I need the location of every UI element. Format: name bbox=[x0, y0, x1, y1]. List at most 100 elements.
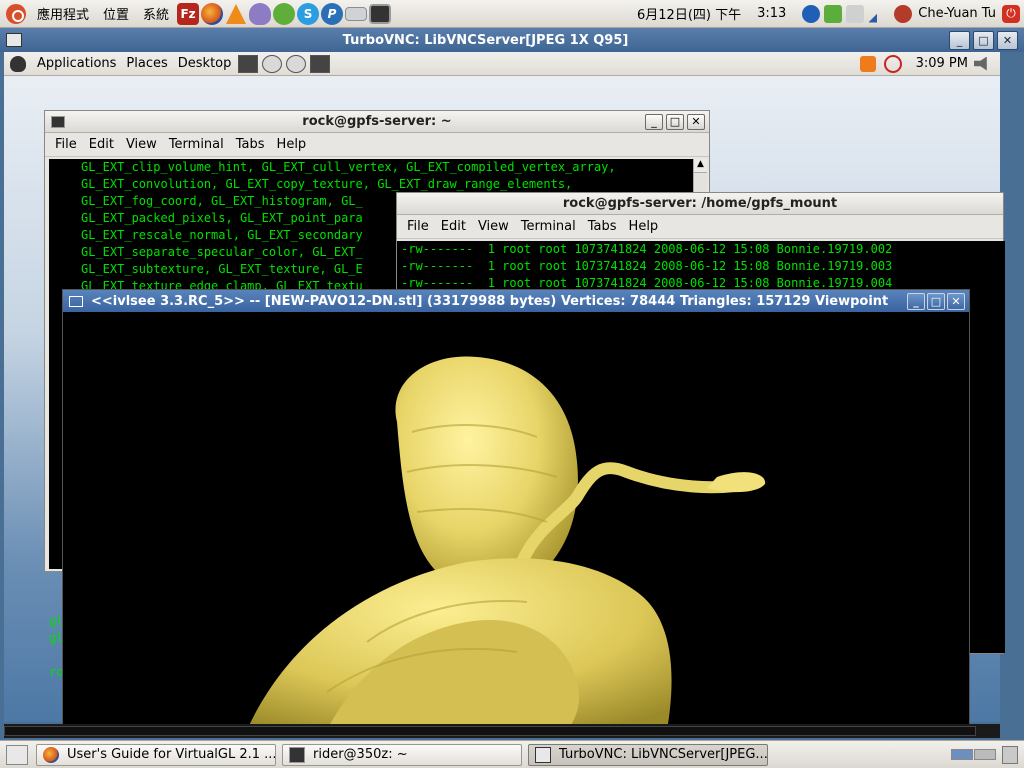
remote-tray: 3:09 PM bbox=[859, 54, 1000, 73]
viewer-titlebar[interactable]: <<ivlsee 3.3.RC_5>> -- [NEW-PAVO12-DN.st… bbox=[63, 290, 969, 312]
menu-file[interactable]: File bbox=[401, 219, 435, 234]
workspace-2[interactable] bbox=[974, 749, 996, 760]
terminal-line: -rw------- 1 root root 1073741824 2008-0… bbox=[401, 259, 893, 273]
task-virtualgl-guide[interactable]: User's Guide for VirtualGL 2.1 ... bbox=[36, 743, 276, 766]
maximize-button[interactable]: □ bbox=[927, 292, 945, 310]
menu-terminal[interactable]: Terminal bbox=[515, 219, 582, 234]
remote-menu-places[interactable]: Places bbox=[121, 56, 172, 71]
terminal-window-icon[interactable] bbox=[51, 115, 65, 128]
menu-edit[interactable]: Edit bbox=[83, 137, 120, 152]
terminal-icon bbox=[289, 746, 305, 763]
minimize-button[interactable]: _ bbox=[907, 292, 925, 310]
menu-edit[interactable]: Edit bbox=[435, 219, 472, 234]
menu-view[interactable]: View bbox=[120, 137, 163, 152]
vnc-window-title: TurboVNC: LibVNCServer[JPEG 1X Q95] bbox=[342, 32, 629, 48]
vnc-window-icon[interactable] bbox=[6, 33, 22, 47]
maximize-button[interactable]: □ bbox=[666, 113, 684, 130]
messenger-icon[interactable] bbox=[273, 2, 296, 25]
viewer-window-controls: _ □ ✕ bbox=[907, 292, 965, 310]
firefox-icon[interactable] bbox=[201, 2, 224, 25]
terminal-line: GL_EXT_convolution, GL_EXT_copy_texture,… bbox=[81, 177, 573, 191]
show-desktop-icon[interactable] bbox=[6, 744, 28, 765]
vlc-icon[interactable] bbox=[225, 3, 247, 25]
host-bottom-taskbar: User's Guide for VirtualGL 2.1 ... rider… bbox=[0, 740, 1024, 768]
user-status-icon[interactable] bbox=[894, 4, 913, 23]
vnc-window-controls: _ □ ✕ bbox=[949, 30, 1018, 50]
pidgin-icon[interactable] bbox=[249, 2, 272, 25]
terminal-menubar: File Edit View Terminal Tabs Help bbox=[45, 133, 709, 157]
remote-menu-desktop[interactable]: Desktop bbox=[173, 56, 237, 71]
task-label: TurboVNC: LibVNCServer[JPEG... bbox=[559, 747, 768, 762]
terminal-titlebar[interactable]: rock@gpfs-server: /home/gpfs_mount bbox=[397, 193, 1003, 215]
close-button[interactable]: ✕ bbox=[947, 292, 965, 310]
stl-model-render[interactable] bbox=[67, 312, 967, 730]
terminal-menubar: File Edit View Terminal Tabs Help bbox=[397, 215, 1003, 239]
host-menu-places[interactable]: 位置 bbox=[96, 4, 136, 23]
vnc-horizontal-scrollbar[interactable] bbox=[4, 724, 1000, 738]
scroll-up-arrow-icon[interactable]: ▲ bbox=[694, 159, 707, 173]
menu-file[interactable]: File bbox=[49, 137, 83, 152]
terminal-icon[interactable] bbox=[369, 3, 392, 24]
host-username[interactable]: Che-Yuan Tu bbox=[912, 6, 1002, 21]
maximize-button[interactable]: □ bbox=[973, 30, 994, 50]
menu-tabs[interactable]: Tabs bbox=[230, 137, 271, 152]
drive-icon[interactable] bbox=[345, 6, 368, 21]
power-icon[interactable]: ⏻ bbox=[1002, 4, 1020, 23]
pandora-icon[interactable]: P bbox=[321, 2, 344, 25]
menu-help[interactable]: Help bbox=[271, 137, 313, 152]
volume-icon[interactable] bbox=[974, 56, 987, 71]
viewer-title: <<ivlsee 3.3.RC_5>> -- [NEW-PAVO12-DN.st… bbox=[91, 293, 889, 309]
remote-clock[interactable]: 3:09 PM bbox=[916, 56, 968, 71]
model-cord-tip bbox=[707, 472, 766, 493]
remote-mail-launcher-icon[interactable] bbox=[286, 54, 307, 73]
workspace-1[interactable] bbox=[951, 749, 973, 760]
menu-view[interactable]: View bbox=[472, 219, 515, 234]
bluetooth-icon[interactable] bbox=[802, 4, 821, 23]
3d-render-canvas[interactable] bbox=[67, 312, 967, 730]
ubuntu-logo-icon[interactable] bbox=[6, 3, 26, 24]
terminal-titlebar[interactable]: rock@gpfs-server: ~ _ □ ✕ bbox=[45, 111, 709, 133]
printer-icon[interactable] bbox=[846, 4, 865, 23]
no-entry-icon[interactable] bbox=[883, 54, 902, 73]
skype-icon[interactable]: S bbox=[297, 2, 320, 25]
remote-terminal-launcher-icon[interactable] bbox=[238, 54, 259, 73]
vnc-icon bbox=[535, 746, 551, 763]
menu-tabs[interactable]: Tabs bbox=[582, 219, 623, 234]
ivlsee-viewer-window[interactable]: <<ivlsee 3.3.RC_5>> -- [NEW-PAVO12-DN.st… bbox=[62, 289, 970, 730]
terminal-line: -rw------- 1 root root 1073741824 2008-0… bbox=[401, 242, 893, 256]
host-menu-system[interactable]: 系統 bbox=[136, 4, 176, 23]
minimize-button[interactable]: _ bbox=[645, 113, 663, 130]
minimize-button[interactable]: _ bbox=[949, 30, 970, 50]
workspace-switcher[interactable] bbox=[951, 749, 996, 760]
remote-screen-launcher-icon[interactable] bbox=[310, 54, 331, 73]
remote-menu-applications[interactable]: Applications bbox=[32, 56, 121, 71]
task-label: rider@350z: ~ bbox=[313, 747, 408, 762]
close-button[interactable]: ✕ bbox=[997, 30, 1018, 50]
menu-terminal[interactable]: Terminal bbox=[163, 137, 230, 152]
vnc-window-titlebar[interactable]: TurboVNC: LibVNCServer[JPEG 1X Q95] _ □ … bbox=[0, 28, 1024, 52]
network-signal-icon[interactable] bbox=[868, 4, 887, 23]
trash-icon[interactable] bbox=[1002, 745, 1018, 764]
host-menu-applications[interactable]: 應用程式 bbox=[30, 4, 96, 23]
terminal-title: rock@gpfs-server: /home/gpfs_mount bbox=[562, 196, 838, 211]
terminal-title: rock@gpfs-server: ~ bbox=[302, 114, 452, 129]
task-label: User's Guide for VirtualGL 2.1 ... bbox=[67, 747, 276, 762]
host-top-panel: 應用程式 位置 系統 Fz S P 6月12日(四) 下午 3:13 Che-Y… bbox=[0, 0, 1024, 28]
battery-icon[interactable] bbox=[824, 4, 843, 23]
update-notifier-icon[interactable] bbox=[859, 55, 876, 72]
terminal-window-controls: _ □ ✕ bbox=[645, 113, 705, 130]
firefox-icon bbox=[43, 746, 59, 763]
viewer-window-icon[interactable] bbox=[69, 295, 83, 307]
task-turbovnc[interactable]: TurboVNC: LibVNCServer[JPEG... bbox=[528, 743, 768, 766]
host-date[interactable]: 6月12日(四) 下午 bbox=[637, 4, 757, 23]
gnome-foot-icon[interactable] bbox=[10, 55, 26, 72]
scrollbar-thumb[interactable] bbox=[4, 726, 976, 736]
remote-browser-launcher-icon[interactable] bbox=[262, 54, 283, 73]
task-rider-terminal[interactable]: rider@350z: ~ bbox=[282, 743, 522, 766]
remote-top-panel: Applications Places Desktop 3:09 PM bbox=[4, 52, 1000, 76]
menu-help[interactable]: Help bbox=[623, 219, 665, 234]
filezilla-icon[interactable]: Fz bbox=[177, 2, 200, 25]
host-clock[interactable]: 3:13 bbox=[757, 6, 800, 21]
close-button[interactable]: ✕ bbox=[687, 113, 705, 130]
terminal-line: GL_EXT_clip_volume_hint, GL_EXT_cull_ver… bbox=[81, 160, 616, 174]
